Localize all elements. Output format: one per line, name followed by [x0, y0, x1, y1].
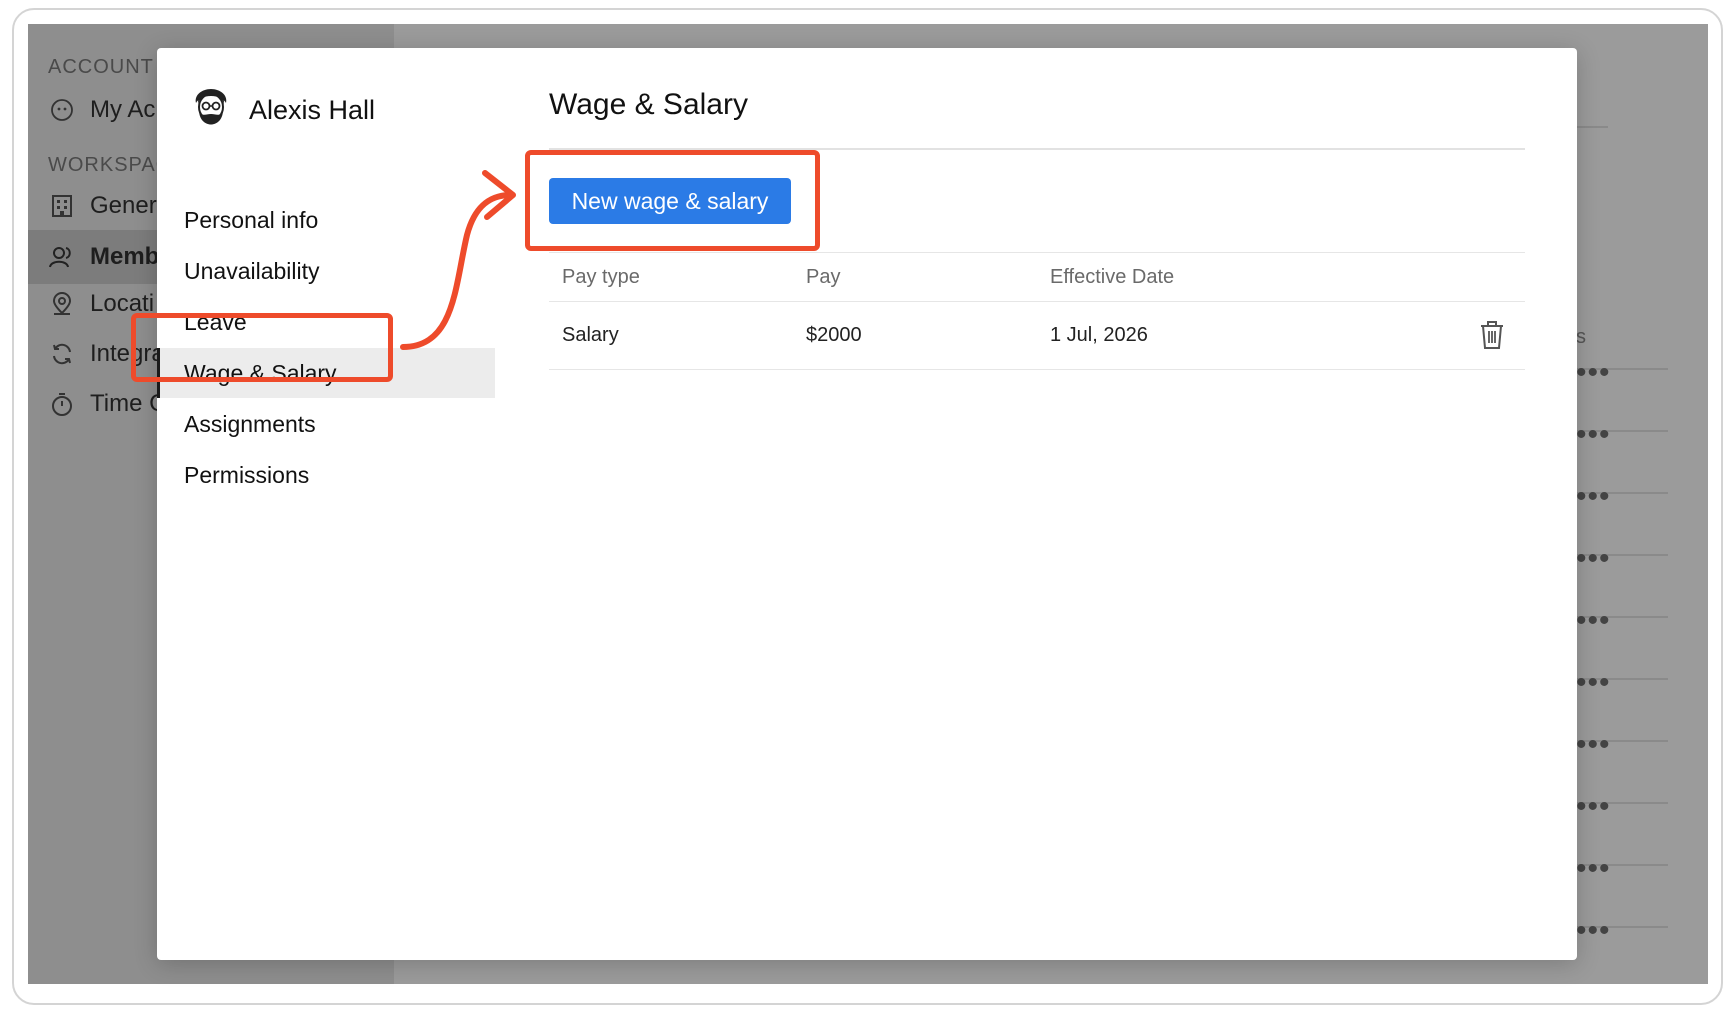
more-options-icon[interactable]: •••	[1576, 666, 1611, 700]
sync-icon	[48, 340, 76, 368]
cell-pay-type: Salary	[562, 324, 619, 346]
column-header-effective-date: Effective Date	[1050, 265, 1175, 288]
section-workspace: WORKSPAC	[48, 154, 172, 176]
table-row[interactable]: Salary $2000 1 Jul, 2026	[549, 302, 1525, 370]
building-icon	[48, 192, 76, 220]
annotation-arrow-icon	[400, 170, 516, 350]
partial-column-header: s	[1576, 326, 1586, 348]
sidebar-item-label: Time C	[90, 390, 167, 417]
more-options-icon[interactable]: •••	[1576, 914, 1611, 948]
stopwatch-icon	[48, 390, 76, 418]
location-icon	[48, 290, 76, 318]
more-options-icon[interactable]: •••	[1576, 542, 1611, 576]
more-options-icon[interactable]: •••	[1576, 418, 1611, 452]
section-account: ACCOUNT	[48, 56, 154, 78]
nav-assignments[interactable]: Assignments	[157, 399, 495, 449]
trash-icon[interactable]	[1479, 320, 1507, 352]
column-header-pay: Pay	[806, 265, 841, 288]
sidebar-item-label: Gener	[90, 192, 157, 219]
more-options-icon[interactable]: •••	[1576, 604, 1611, 638]
cell-effective-date: 1 Jul, 2026	[1050, 324, 1148, 346]
more-options-icon[interactable]: •••	[1576, 728, 1611, 762]
profile-name: Alexis Hall	[249, 94, 376, 125]
column-header-pay-type: Pay type	[562, 265, 640, 288]
table-header: Pay type Pay Effective Date	[549, 252, 1525, 302]
more-options-icon[interactable]: •••	[1576, 480, 1611, 514]
account-icon	[48, 96, 76, 124]
annotation-box-button	[525, 150, 820, 251]
more-options-icon[interactable]: •••	[1576, 852, 1611, 886]
profile-header: Alexis Hall	[187, 86, 375, 134]
annotation-box-nav	[131, 313, 393, 382]
nav-permissions[interactable]: Permissions	[157, 450, 495, 500]
sidebar-item-label: Memb	[90, 243, 160, 270]
page-title: Wage & Salary	[549, 88, 748, 121]
more-options-icon[interactable]: •••	[1576, 356, 1611, 390]
sidebar-item-label: My Ac	[90, 96, 156, 123]
members-icon	[48, 243, 76, 271]
avatar	[187, 86, 235, 134]
member-modal: Alexis Hall Personal info Unavailability…	[157, 48, 1577, 960]
cell-pay: $2000	[806, 324, 862, 346]
wage-table: Pay type Pay Effective Date Salary $2000…	[549, 252, 1525, 370]
more-options-icon[interactable]: •••	[1576, 790, 1611, 824]
